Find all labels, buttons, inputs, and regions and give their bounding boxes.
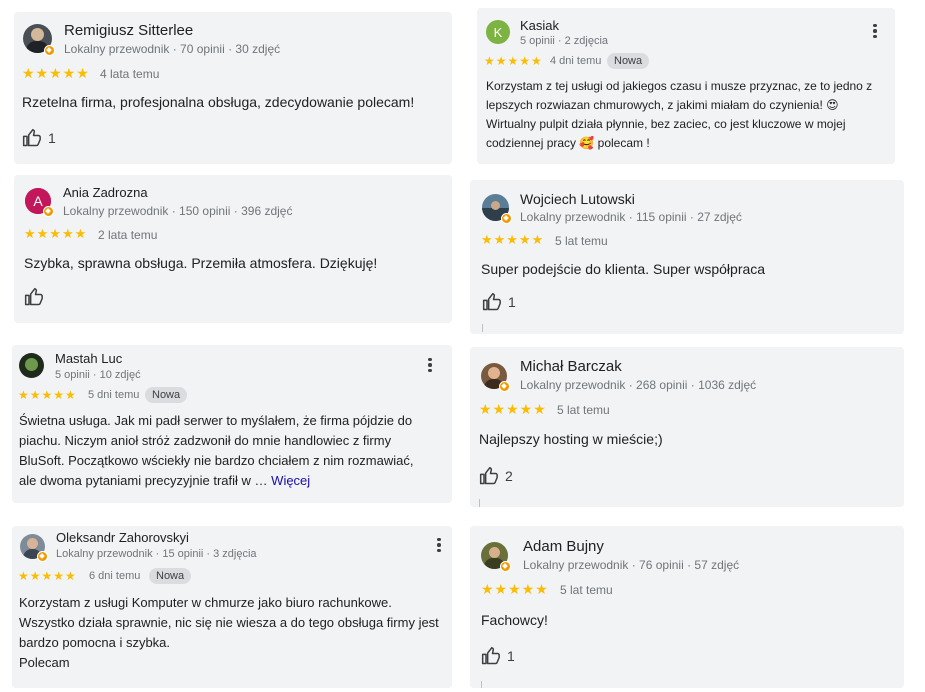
like-count: 1 [508, 294, 516, 310]
review-text-body: Świetna usługa. Jak mi padł serwer to my… [19, 413, 414, 488]
scroll-tick [482, 324, 483, 332]
thumb-up-icon [24, 287, 43, 306]
like-button[interactable]: 1 [482, 292, 516, 312]
like-count: 1 [507, 648, 515, 664]
read-more-link[interactable]: Więcej [271, 473, 310, 488]
review-text: Super podejście do klienta. Super współp… [481, 261, 766, 277]
review-date: 5 lat temu [560, 583, 613, 597]
star-rating: ★★★★★ [481, 232, 545, 247]
review-card: Mastah Luc 5 opinii · 10 zdjęć ★★★★★ 5 d… [12, 345, 452, 503]
reviewer-meta: Lokalny przewodnik · 268 opinii · 1036 z… [520, 378, 757, 392]
review-date: 4 lata temu [100, 67, 160, 81]
reviewer-meta: Lokalny przewodnik · 76 opinii · 57 zdję… [523, 558, 740, 572]
reviewer-name[interactable]: Ania Zadrozna [63, 185, 148, 200]
scroll-tick [479, 499, 480, 507]
review-card: A Ania Zadrozna Lokalny przewodnik · 150… [14, 175, 452, 323]
review-card: Adam Bujny Lokalny przewodnik · 76 opini… [470, 526, 904, 688]
review-text: Korzystam z usługi Komputer w chmurze ja… [19, 595, 439, 670]
avatar-letter: K [493, 24, 503, 40]
like-count: 2 [505, 468, 513, 484]
review-card: Remigiusz Sitterlee Lokalny przewodnik ·… [14, 12, 452, 164]
avatar[interactable] [482, 194, 512, 224]
avatar[interactable] [481, 542, 511, 572]
reviewer-name[interactable]: Wojciech Lutowski [520, 191, 635, 207]
thumb-up-icon [482, 292, 501, 311]
scroll-tick [481, 681, 482, 688]
avatar[interactable]: K [486, 20, 510, 44]
review-text: Korzystam z tej usługi od jakiegos czasu… [486, 79, 873, 150]
avatar[interactable] [20, 534, 48, 562]
new-badge: Nowa [607, 53, 650, 69]
review-text: Fachowcy! [481, 612, 548, 628]
local-guide-badge-icon [37, 551, 48, 562]
reviewer-meta: Lokalny przewodnik · 15 opinii · 3 zdjęc… [56, 548, 257, 560]
review-date: 5 lat temu [557, 403, 610, 417]
like-button[interactable]: 1 [481, 646, 515, 666]
avatar[interactable] [19, 353, 44, 378]
local-guide-badge-icon [43, 206, 54, 217]
reviewer-name[interactable]: Michał Barczak [520, 358, 622, 375]
more-vert-icon[interactable] [430, 536, 448, 554]
local-guide-badge-icon [501, 213, 512, 224]
thumb-up-icon [481, 646, 500, 665]
like-button[interactable]: 1 [22, 128, 56, 148]
more-vert-icon[interactable] [421, 356, 439, 374]
reviewer-name[interactable]: Oleksandr Zahorovskyi [56, 530, 189, 545]
avatar-letter: A [33, 193, 43, 209]
review-date: 5 lat temu [555, 234, 608, 248]
thumb-up-icon [479, 466, 498, 485]
reviewer-name[interactable]: Kasiak [520, 18, 559, 33]
local-guide-badge-icon [500, 561, 511, 572]
review-date: 2 lata temu [98, 228, 158, 242]
reviewer-name[interactable]: Adam Bujny [523, 538, 604, 555]
reviewer-meta: Lokalny przewodnik · 115 opinii · 27 zdj… [520, 210, 742, 224]
new-badge: Nowa [145, 387, 188, 403]
star-rating: ★★★★★ [481, 581, 549, 597]
local-guide-badge-icon [44, 45, 55, 56]
reviewer-name[interactable]: Mastah Luc [55, 351, 122, 366]
reviewer-name[interactable]: Remigiusz Sitterlee [64, 22, 193, 39]
star-rating: ★★★★★ [484, 54, 543, 68]
thumb-up-icon [22, 128, 41, 147]
avatar[interactable] [481, 363, 510, 392]
reviewer-meta: Lokalny przewodnik · 70 opinii · 30 zdję… [64, 42, 281, 56]
star-rating: ★★★★★ [18, 569, 77, 583]
new-badge: Nowa [149, 568, 192, 584]
review-text: Szybka, sprawna obsługa. Przemiła atmosf… [24, 255, 378, 271]
reviewer-meta: 5 opinii · 10 zdjęć [55, 369, 141, 381]
star-rating: ★★★★★ [24, 226, 88, 241]
avatar[interactable]: A [25, 188, 54, 217]
review-text: Świetna usługa. Jak mi padł serwer to my… [19, 411, 429, 491]
review-card: K Kasiak 5 opinii · 2 zdjęcia ★★★★★ 4 dn… [477, 8, 895, 164]
review-text: Najlepszy hosting w mieście;) [479, 431, 663, 447]
review-date: 5 dni temu [88, 389, 140, 401]
review-card: Michał Barczak Lokalny przewodnik · 268 … [470, 347, 904, 507]
more-vert-icon[interactable] [866, 22, 884, 40]
review-text: Rzetelna firma, profesjonalna obsługa, z… [22, 94, 415, 110]
like-button[interactable] [24, 287, 44, 307]
like-count: 1 [48, 130, 56, 146]
review-date: 4 dni temu [550, 55, 602, 67]
local-guide-badge-icon [499, 381, 510, 392]
review-card: Oleksandr Zahorovskyi Lokalny przewodnik… [12, 526, 452, 688]
star-rating: ★★★★★ [479, 401, 547, 417]
avatar[interactable] [23, 24, 55, 56]
star-rating: ★★★★★ [18, 388, 77, 402]
star-rating: ★★★★★ [22, 65, 90, 81]
review-date: 6 dni temu [89, 570, 141, 582]
reviewer-meta: 5 opinii · 2 zdjęcia [520, 35, 609, 47]
reviewer-meta: Lokalny przewodnik · 150 opinii · 396 zd… [63, 204, 293, 218]
review-card: Wojciech Lutowski Lokalny przewodnik · 1… [470, 180, 904, 334]
like-button[interactable]: 2 [479, 466, 513, 486]
